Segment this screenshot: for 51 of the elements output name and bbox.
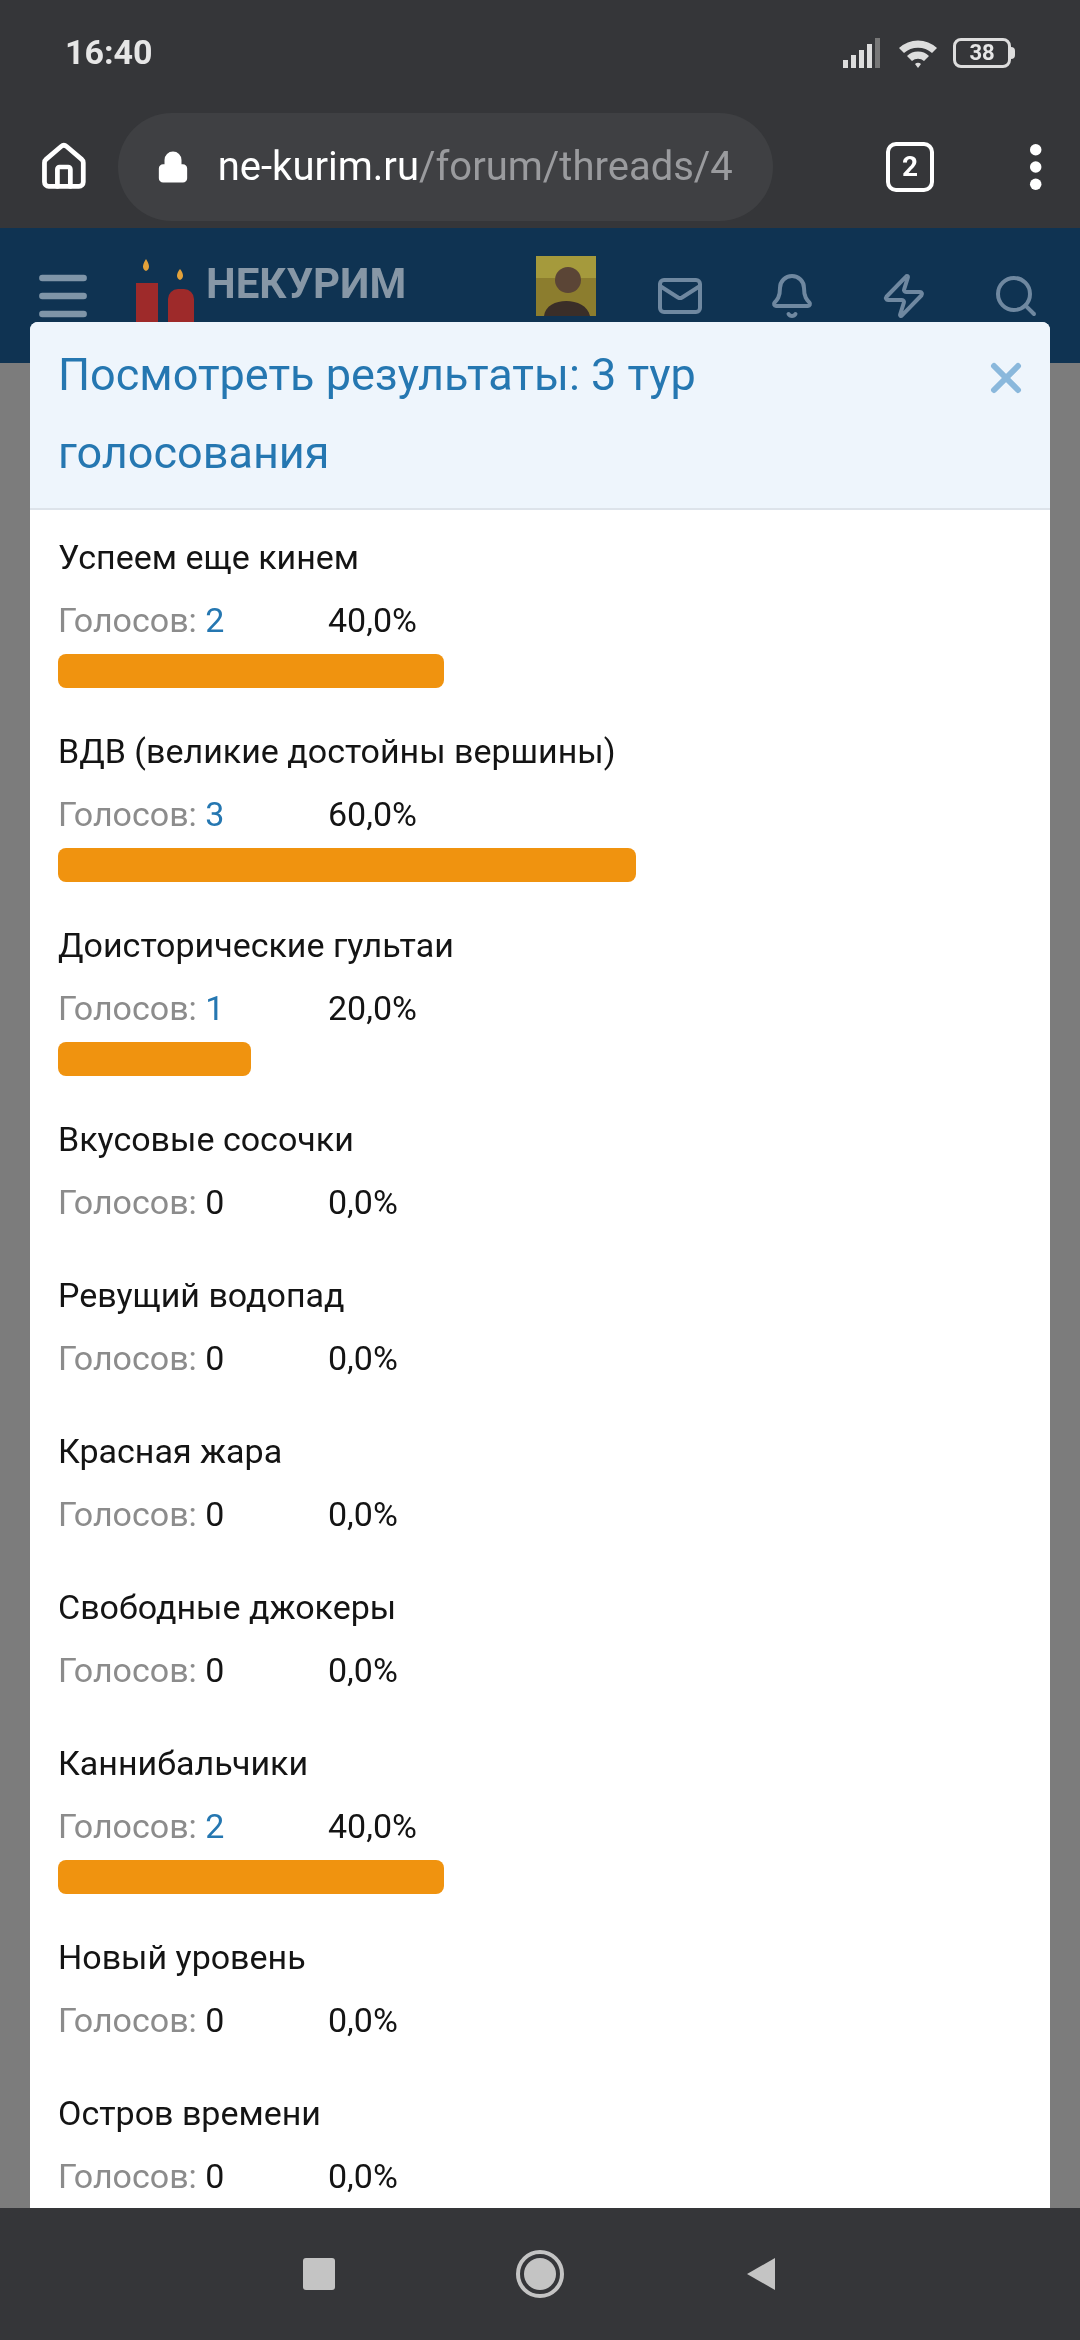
status-time: 16:40 [65, 31, 153, 74]
url-text: ne-kurim.ru/forum/threads/4 [217, 141, 733, 192]
option-name: Успеем еще кинем [58, 536, 361, 579]
address-bar[interactable]: ne-kurim.ru/forum/threads/4 [117, 112, 773, 221]
vote-percent: 0,0% [328, 2155, 398, 2198]
signal-icon [843, 37, 883, 68]
votes-link[interactable]: 2 [205, 1806, 225, 1846]
votes-count: 0 [205, 1182, 225, 1222]
tabs-button[interactable]: 2 [886, 141, 935, 192]
votes-count: 0 [205, 1494, 225, 1534]
votes-count: 0 [205, 2156, 225, 2196]
votes-link[interactable]: 1 [205, 988, 225, 1028]
option-name: Свободные джокеры [58, 1586, 398, 1629]
votes-label: Голосов: [58, 1650, 198, 1690]
votes-link[interactable]: 2 [205, 600, 225, 640]
more-icon[interactable] [1028, 141, 1042, 192]
vote-percent: 20,0% [328, 987, 417, 1030]
votes-label: Голосов: [58, 1338, 198, 1378]
vote-percent: 40,0% [328, 1805, 417, 1848]
option-name: Вкусовые сосочки [58, 1118, 355, 1161]
option-name: Новый уровень [58, 1936, 307, 1979]
option-name: Остров времени [58, 2092, 322, 2135]
vote-percent: 0,0% [328, 1649, 398, 1692]
vote-percent: 0,0% [328, 1181, 398, 1224]
votes-label: Голосов: [58, 1494, 198, 1534]
votes-label: Голосов: [58, 1182, 198, 1222]
vote-percent: 60,0% [328, 793, 417, 836]
votes-label: Голосов: [58, 2156, 198, 2196]
option-name: Доисторические гультаи [58, 924, 455, 967]
vote-percent: 0,0% [328, 1999, 398, 2042]
logo-text: НЕКУРИМ [206, 262, 407, 305]
vote-percent: 40,0% [328, 599, 417, 642]
option-name: Красная жара [58, 1430, 284, 1473]
back-button[interactable] [745, 2256, 777, 2292]
option-name: ВДВ (великие достойны вершины) [58, 730, 617, 773]
votes-count: 0 [205, 1650, 225, 1690]
option-name: Ревущий водопад [58, 1274, 346, 1317]
votes-label: Голосов: [58, 794, 198, 834]
votes-count: 0 [205, 1338, 225, 1378]
battery-indicator: 38 [953, 37, 1015, 68]
votes-label: Голосов: [58, 988, 198, 1028]
votes-label: Голосов: [58, 600, 198, 640]
dialog-title: Посмотреть результаты: 3 тур голосования [58, 347, 697, 481]
votes-count: 0 [205, 2000, 225, 2040]
vote-percent: 0,0% [328, 1493, 398, 1536]
votes-label: Голосов: [58, 1806, 198, 1846]
votes-link[interactable]: 3 [205, 794, 225, 834]
option-name: Каннибальчики [58, 1742, 310, 1785]
votes-label: Голосов: [58, 2000, 198, 2040]
home-button[interactable] [515, 2249, 565, 2299]
vote-percent: 0,0% [328, 1337, 398, 1380]
